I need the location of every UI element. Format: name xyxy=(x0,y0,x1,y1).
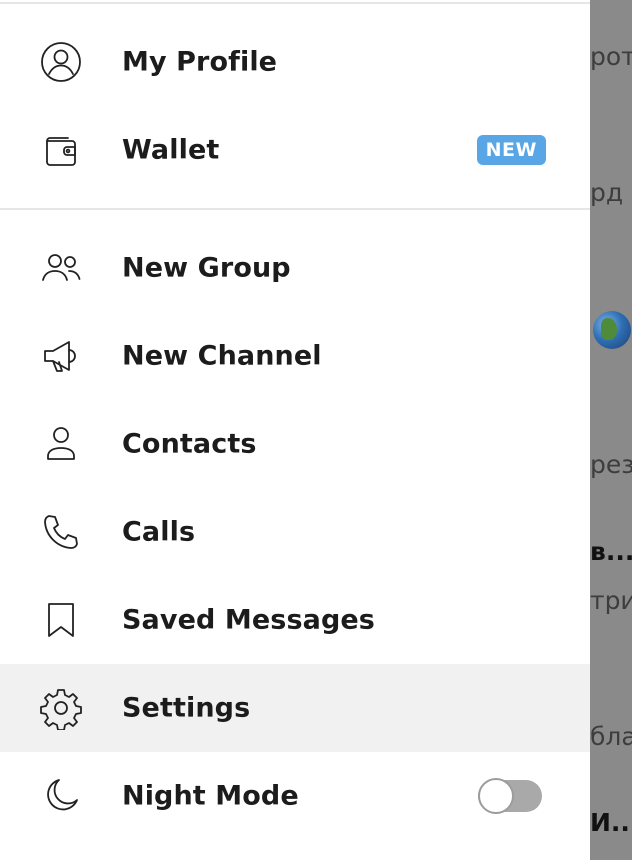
chat-preview-fragment: роть xyxy=(590,42,632,71)
menu-item-saved-messages[interactable]: Saved Messages xyxy=(0,576,590,664)
menu-item-label: Contacts xyxy=(122,428,257,460)
menu-item-label: New Channel xyxy=(122,340,322,372)
menu-item-contacts[interactable]: Contacts xyxy=(0,400,590,488)
chat-preview-fragment: бла xyxy=(590,722,632,751)
menu-item-label: Settings xyxy=(122,692,251,724)
megaphone-icon xyxy=(38,333,84,379)
chat-preview-fragment: три xyxy=(590,586,632,615)
chat-title-fragment: И... xyxy=(590,808,632,837)
menu-item-label: Night Mode xyxy=(122,780,299,812)
phone-icon xyxy=(38,509,84,555)
divider xyxy=(0,2,590,4)
menu-item-calls[interactable]: Calls xyxy=(0,488,590,576)
chat-preview-fragment: рд и xyxy=(590,178,632,207)
chat-list-background[interactable]: роть рд и рез в... три бла И... xyxy=(590,0,632,860)
menu-item-label: Wallet xyxy=(122,134,220,166)
menu-item-label: Saved Messages xyxy=(122,604,375,636)
night-mode-toggle[interactable] xyxy=(478,778,542,814)
group-icon xyxy=(38,245,84,291)
chat-preview-fragment: рез xyxy=(590,450,632,479)
menu-item-wallet[interactable]: Wallet NEW xyxy=(0,106,590,194)
side-drawer-menu: My Profile Wallet NEW New Group New Chan… xyxy=(0,0,590,860)
menu-item-label: Calls xyxy=(122,516,196,548)
toggle-knob xyxy=(478,778,514,814)
menu-item-night-mode[interactable]: Night Mode xyxy=(0,752,590,840)
divider xyxy=(0,208,590,210)
menu-item-my-profile[interactable]: My Profile xyxy=(0,18,590,106)
menu-item-new-channel[interactable]: New Channel xyxy=(0,312,590,400)
bookmark-icon xyxy=(38,597,84,643)
menu-item-label: New Group xyxy=(122,252,291,284)
wallet-icon xyxy=(38,127,84,173)
menu-item-new-group[interactable]: New Group xyxy=(0,224,590,312)
globe-emoji-icon xyxy=(593,311,631,349)
menu-item-settings[interactable]: Settings xyxy=(0,664,590,752)
menu-item-label: My Profile xyxy=(122,46,278,78)
person-icon xyxy=(38,421,84,467)
moon-icon xyxy=(38,773,84,819)
gear-icon xyxy=(38,685,84,731)
new-badge: NEW xyxy=(476,135,546,165)
user-circle-icon xyxy=(38,39,84,85)
chat-title-fragment: в... xyxy=(590,537,632,566)
